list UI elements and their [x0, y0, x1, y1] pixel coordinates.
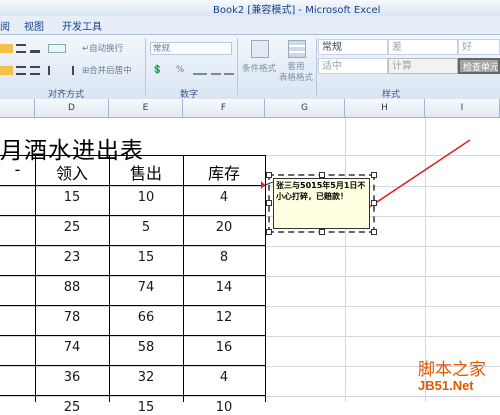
ribbon-tabs: 阅 视图 开发工具	[0, 16, 500, 35]
number-format-select[interactable]: 常规	[150, 42, 232, 55]
tab-review[interactable]: 阅	[0, 18, 10, 33]
table-cell[interactable]: 10	[183, 400, 265, 415]
resize-handle[interactable]	[319, 229, 325, 235]
gridline	[0, 246, 500, 247]
table-cell[interactable]: 4	[183, 370, 265, 385]
table-cell[interactable]: 66	[109, 310, 183, 325]
resize-handle[interactable]	[266, 172, 272, 178]
resize-handle[interactable]	[266, 200, 272, 206]
conditional-format-label: 条件格式	[242, 64, 277, 74]
wrap-text-button[interactable]: ↵自动换行	[80, 43, 135, 56]
table-cell[interactable]: 5	[109, 220, 183, 235]
gridline	[0, 336, 500, 337]
style-good[interactable]: 好	[458, 39, 500, 55]
table-cell[interactable]: 8	[183, 250, 265, 265]
style-normal[interactable]: 常规	[318, 39, 388, 55]
comment-box[interactable]: 张三与5015年5月1日不小心打碎，已赔款！	[273, 178, 370, 229]
table-cell[interactable]: 4	[183, 190, 265, 205]
watermark-text: 脚本之家	[418, 360, 486, 380]
table-cell[interactable]: 16	[183, 340, 265, 355]
resize-handle[interactable]	[371, 200, 377, 206]
column-header-e[interactable]: E	[109, 99, 183, 118]
align-left-icon[interactable]	[0, 66, 13, 75]
header-cell-received: 领入	[55, 164, 88, 183]
table-cell[interactable]: 58	[109, 340, 183, 355]
align-bottom-icon[interactable]	[30, 44, 40, 53]
column-header-d[interactable]: D	[35, 99, 109, 118]
ribbon: ↵自动换行 ⊞合并后居中 对齐方式 常规 💲 % 数字 条件格式 套用 表格格式…	[0, 35, 500, 100]
table-cell[interactable]: 15	[35, 190, 109, 205]
table-cell[interactable]: 20	[183, 220, 265, 235]
increase-decimal-icon[interactable]	[211, 66, 221, 75]
percent-label: %	[176, 65, 185, 75]
header-cell-stock: 库存	[207, 164, 240, 183]
comma-style-icon[interactable]	[193, 66, 207, 75]
table-cell[interactable]: 12	[183, 310, 265, 325]
column-header-g[interactable]: G	[265, 99, 345, 118]
decrease-indent-icon[interactable]	[48, 66, 60, 75]
align-middle-icon[interactable]	[16, 44, 26, 53]
group-separator	[237, 38, 238, 96]
window-title: Book2 [兼容模式] - Microsoft Excel	[213, 5, 381, 16]
tab-view[interactable]: 视图	[24, 18, 44, 33]
align-center-icon[interactable]	[16, 66, 26, 75]
table-cell[interactable]: 74	[35, 340, 109, 355]
gridline	[0, 306, 500, 307]
table-cell[interactable]: 14	[183, 280, 265, 295]
table-cell[interactable]: 25	[35, 400, 109, 415]
format-as-table-button[interactable]: 套用 表格格式	[278, 38, 314, 86]
table-cell[interactable]: 78	[35, 310, 109, 325]
column-header-i[interactable]: I	[425, 99, 500, 118]
number-format-value: 常规	[153, 44, 171, 54]
title-bar: Book2 [兼容模式] - Microsoft Excel	[0, 0, 500, 17]
group-separator	[316, 38, 317, 96]
orientation-icon[interactable]	[48, 44, 66, 53]
merge-center-button[interactable]: ⊞合并后居中	[80, 65, 142, 78]
format-table-label: 套用 表格格式	[278, 62, 313, 83]
table-cell[interactable]: 15	[109, 400, 183, 415]
gridline	[0, 396, 500, 397]
header-cell-sold: 售出	[129, 164, 162, 183]
gridline	[0, 186, 500, 187]
resize-handle[interactable]	[266, 229, 272, 235]
currency-button[interactable]: 💲	[150, 64, 168, 77]
align-right-icon[interactable]	[30, 66, 40, 75]
table-cell[interactable]: 15	[109, 250, 183, 265]
gridline	[345, 118, 346, 402]
column-header-f[interactable]: F	[183, 99, 265, 118]
style-check-cell[interactable]: 检查单元	[458, 58, 500, 74]
table-cell[interactable]: 74	[109, 280, 183, 295]
merge-center-label: 合并后居中	[89, 66, 132, 76]
gridline	[0, 276, 500, 277]
table-cell[interactable]: 36	[35, 370, 109, 385]
group-separator	[145, 38, 146, 96]
table-cell[interactable]: 10	[109, 190, 183, 205]
watermark-url: JB51.Net	[418, 378, 474, 393]
align-top-icon[interactable]	[0, 44, 13, 53]
style-neutral[interactable]: 适中	[318, 58, 388, 74]
table-cell[interactable]: 25	[35, 220, 109, 235]
column-header-h[interactable]: H	[345, 99, 425, 118]
increase-indent-icon[interactable]	[62, 66, 74, 75]
table-cell[interactable]: 23	[35, 250, 109, 265]
conditional-format-icon	[251, 40, 269, 58]
gridline	[0, 216, 500, 217]
decrease-decimal-icon[interactable]	[224, 66, 234, 75]
percent-button[interactable]: %	[174, 64, 188, 77]
table-cell[interactable]: 88	[35, 280, 109, 295]
conditional-format-button[interactable]: 条件格式	[242, 38, 276, 83]
currency-icon: 💲	[152, 65, 163, 75]
column-header-c[interactable]	[0, 99, 35, 118]
style-bad[interactable]: 差	[388, 39, 458, 55]
style-calculation[interactable]: 计算	[388, 58, 458, 74]
table-cell[interactable]: 32	[109, 370, 183, 385]
format-table-icon	[288, 40, 306, 58]
tab-developer[interactable]: 开发工具	[62, 18, 102, 33]
header-cell-c: -	[14, 160, 21, 179]
resize-handle[interactable]	[371, 229, 377, 235]
wrap-text-label: 自动换行	[89, 44, 124, 54]
resize-handle[interactable]	[371, 172, 377, 178]
